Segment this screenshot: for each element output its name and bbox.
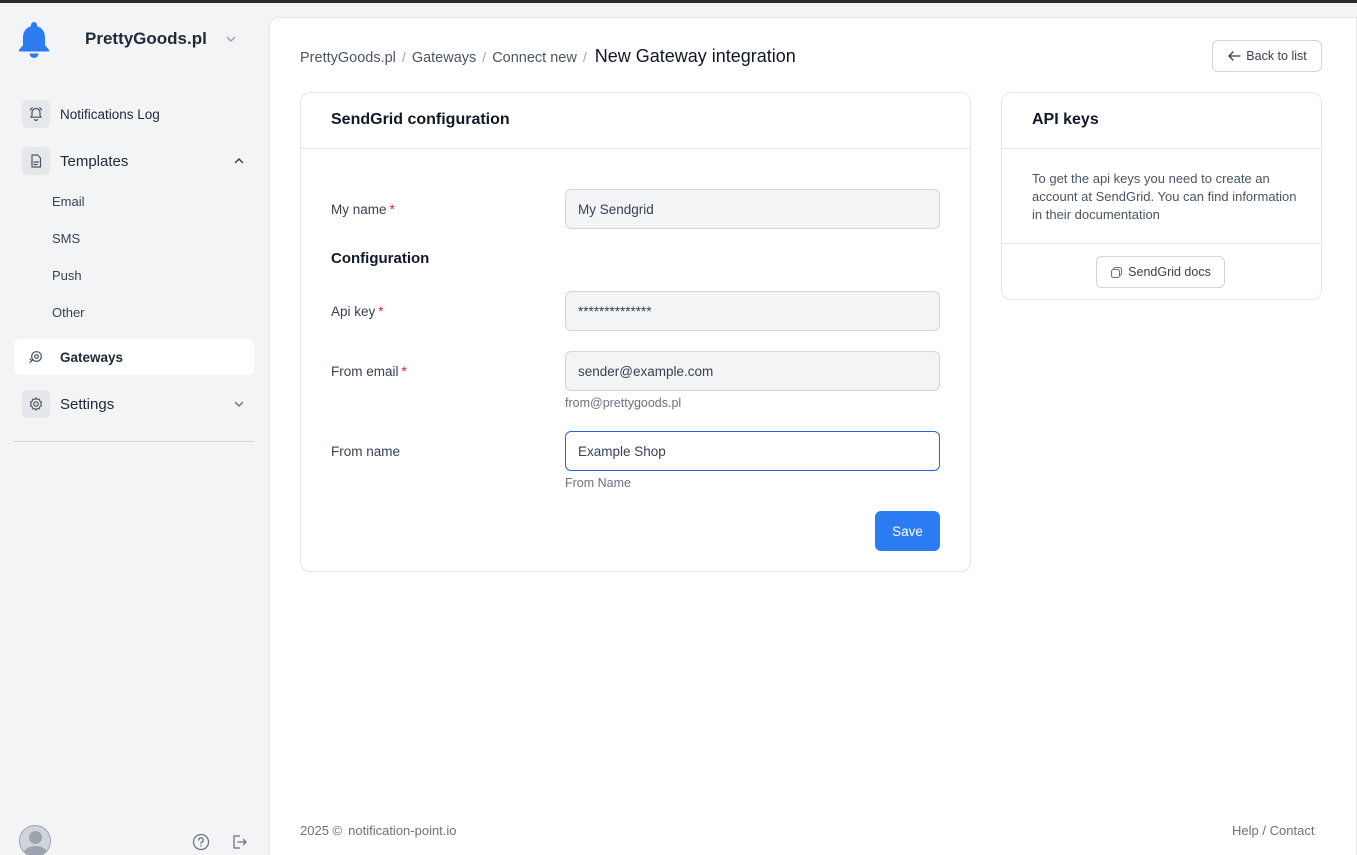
sidebar-item-label: Gateways bbox=[60, 349, 124, 365]
user-avatar[interactable] bbox=[19, 825, 51, 855]
from-email-label: From email * bbox=[331, 364, 407, 379]
sendgrid-docs-label: SendGrid docs bbox=[1128, 265, 1211, 279]
brand-switcher[interactable]: PrettyGoods.pl bbox=[16, 19, 256, 59]
docs-icon bbox=[1110, 266, 1123, 279]
my-name-label: My name * bbox=[331, 202, 395, 217]
avatar-body bbox=[23, 846, 48, 855]
gear-icon bbox=[22, 390, 50, 418]
card-divider bbox=[301, 148, 970, 149]
card-title: SendGrid configuration bbox=[331, 111, 510, 128]
from-email-input[interactable]: sender@example.com bbox=[565, 351, 940, 391]
chevron-down-icon bbox=[224, 32, 238, 46]
footer-year: 2025 © bbox=[300, 823, 343, 838]
api-key-label: Api key * bbox=[331, 304, 384, 319]
page-title: New Gateway integration bbox=[594, 46, 796, 66]
my-name-input[interactable]: My Sendgrid bbox=[565, 189, 940, 229]
sidebar-subitem-push[interactable]: Push bbox=[52, 268, 82, 283]
bell-icon bbox=[16, 19, 52, 59]
from-email-hint: from@prettygoods.pl bbox=[565, 396, 682, 410]
breadcrumb-item-connect-new[interactable]: Connect new bbox=[492, 50, 577, 66]
help-icon[interactable] bbox=[192, 833, 210, 851]
chevron-up-icon bbox=[232, 154, 246, 168]
chevron-down-icon bbox=[232, 397, 246, 411]
sidebar-item-label: Settings bbox=[60, 395, 115, 413]
from-email-label-text: From email bbox=[331, 364, 399, 379]
sidebar-item-notifications-log[interactable]: Notifications Log bbox=[14, 96, 254, 132]
from-name-label-text: From name bbox=[331, 444, 401, 459]
required-asterisk: * bbox=[401, 364, 407, 379]
sidebar-item-label: Templates bbox=[60, 152, 129, 170]
logout-icon[interactable] bbox=[230, 833, 248, 851]
back-to-list-label: Back to list bbox=[1246, 49, 1307, 63]
sidebar: PrettyGoods.pl Notifications Log Templat… bbox=[0, 3, 268, 855]
sidebar-item-gateways[interactable]: Gateways bbox=[14, 339, 254, 375]
api-keys-card: API keys To get the api keys you need to… bbox=[1001, 92, 1322, 300]
from-name-input[interactable]: Example Shop bbox=[565, 431, 940, 471]
sendgrid-config-card: SendGrid configuration My name * My Sendg… bbox=[300, 92, 971, 572]
sendgrid-docs-button[interactable]: SendGrid docs bbox=[1096, 256, 1225, 288]
sidebar-divider bbox=[13, 441, 255, 442]
api-key-label-text: Api key bbox=[331, 304, 376, 319]
required-asterisk: * bbox=[378, 304, 384, 319]
card-divider bbox=[1002, 148, 1321, 149]
footer-help-link[interactable]: Help bbox=[1232, 823, 1259, 838]
back-to-list-button[interactable]: Back to list bbox=[1212, 40, 1322, 72]
my-name-label-text: My name bbox=[331, 202, 387, 217]
from-name-hint: From Name bbox=[565, 476, 631, 490]
breadcrumb-item-gateways[interactable]: Gateways bbox=[412, 50, 476, 66]
bell-ring-icon bbox=[22, 100, 50, 128]
arrow-left-icon bbox=[1227, 50, 1241, 62]
sidebar-item-settings[interactable]: Settings bbox=[14, 386, 254, 422]
configuration-heading: Configuration bbox=[331, 250, 430, 267]
card-title: API keys bbox=[1032, 111, 1099, 128]
save-button[interactable]: Save bbox=[875, 511, 940, 551]
api-keys-description: To get the api keys you need to create a… bbox=[1032, 171, 1297, 222]
footer-contact-link[interactable]: Contact bbox=[1270, 823, 1315, 838]
main-panel: PrettyGoods.pl / Gateways / Connect new … bbox=[269, 17, 1357, 855]
footer-separator: / bbox=[1262, 823, 1266, 838]
breadcrumb-item-brand[interactable]: PrettyGoods.pl bbox=[300, 50, 396, 66]
footer-brand-link[interactable]: notification-point.io bbox=[348, 823, 456, 838]
sidebar-item-templates[interactable]: Templates bbox=[14, 143, 254, 179]
required-asterisk: * bbox=[389, 202, 395, 217]
api-key-input[interactable]: ************** bbox=[565, 291, 940, 331]
footer-links: Help / Contact bbox=[1232, 823, 1314, 838]
avatar-head bbox=[29, 831, 42, 844]
breadcrumb-separator: / bbox=[401, 49, 406, 65]
breadcrumb: PrettyGoods.pl / Gateways / Connect new … bbox=[300, 46, 796, 67]
gateway-icon bbox=[22, 343, 50, 371]
sidebar-item-label: Notifications Log bbox=[60, 106, 160, 122]
sidebar-subitem-email[interactable]: Email bbox=[52, 194, 85, 209]
breadcrumb-separator: / bbox=[582, 49, 587, 65]
breadcrumb-separator: / bbox=[482, 49, 487, 65]
sidebar-subitem-other[interactable]: Other bbox=[52, 305, 85, 320]
brand-name: PrettyGoods.pl bbox=[85, 29, 207, 48]
footer-copyright: 2025 © notification-point.io bbox=[300, 823, 457, 838]
sidebar-subitem-sms[interactable]: SMS bbox=[52, 231, 80, 246]
card-divider bbox=[1002, 243, 1321, 244]
from-name-label: From name bbox=[331, 444, 400, 459]
document-icon bbox=[22, 147, 50, 175]
